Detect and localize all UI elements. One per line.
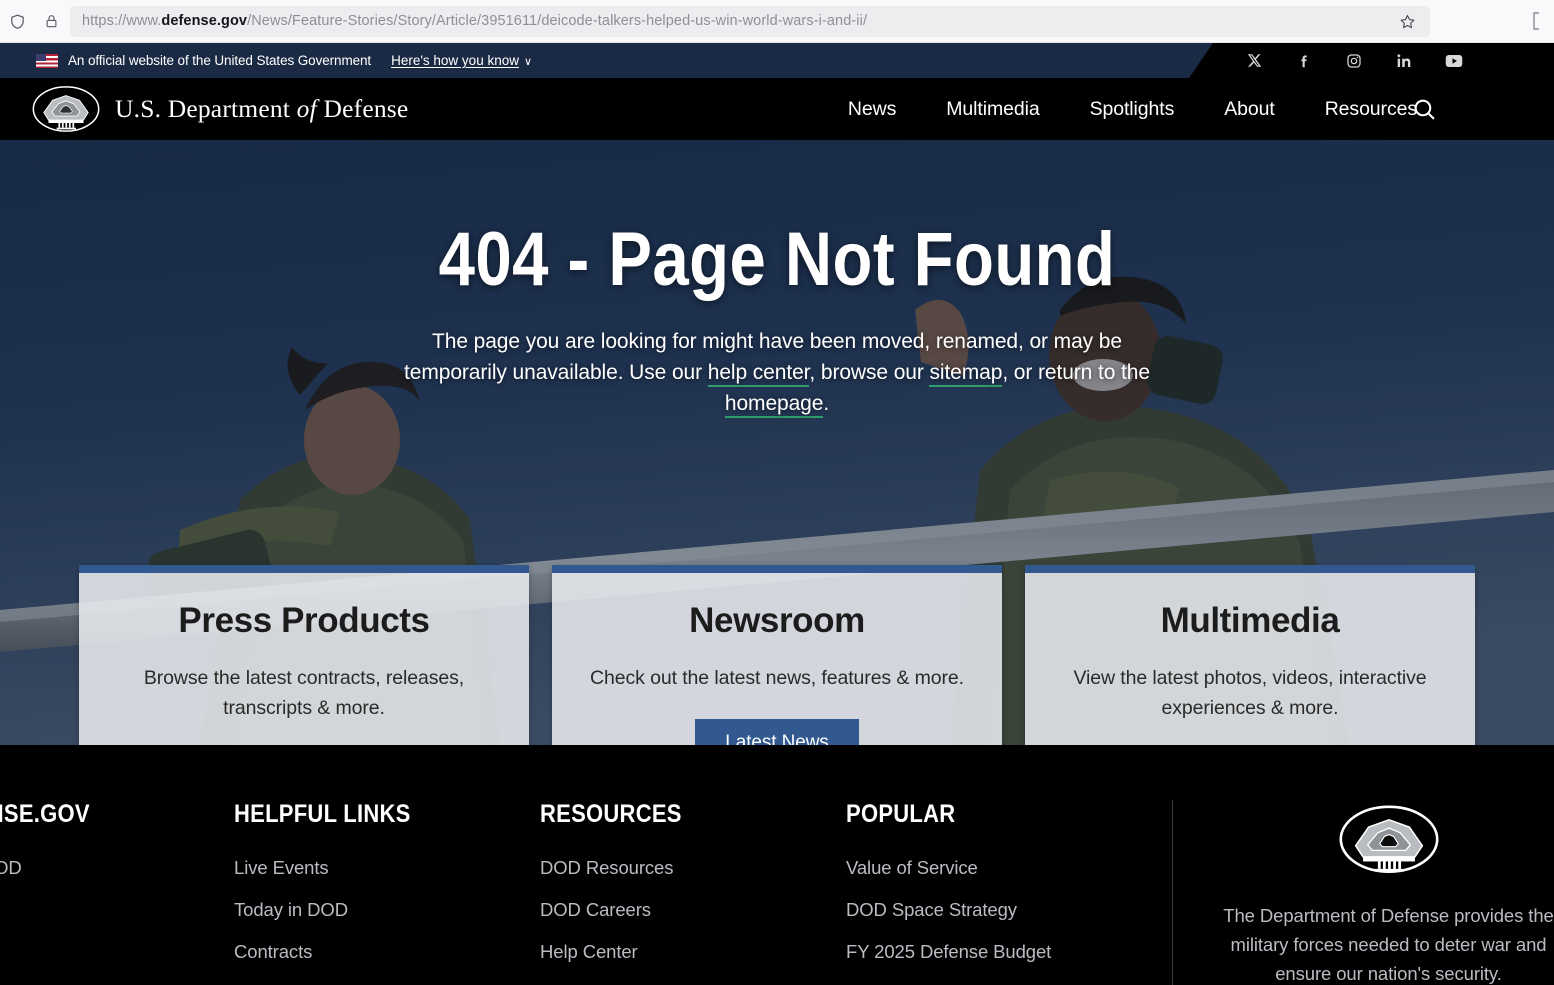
footer-column-helpful-links: HELPFUL LINKS Live Events Today in DOD C…	[234, 800, 540, 985]
hero-body-3: , or return to the	[1002, 361, 1150, 385]
footer-link-about-dod[interactable]: About DOD	[0, 857, 234, 879]
gov-link-label: Here's how you know	[391, 53, 519, 68]
search-button[interactable]	[1412, 78, 1437, 140]
card-newsroom: Newsroom Check out the latest news, feat…	[552, 565, 1002, 745]
footer-link-today-in-dod[interactable]: Today in DOD	[234, 899, 540, 921]
lock-icon[interactable]	[34, 6, 68, 36]
sitemap-link[interactable]: sitemap	[929, 361, 1002, 388]
browser-toolbar: https://www.defense.gov/News/Feature-Sto…	[0, 0, 1554, 43]
shield-icon[interactable]	[0, 6, 34, 36]
facebook-icon[interactable]	[1294, 51, 1314, 71]
instagram-icon[interactable]	[1344, 51, 1364, 71]
nav-item-about[interactable]: About	[1199, 98, 1299, 121]
hero-body-4: .	[823, 392, 830, 416]
gov-banner-text: An official website of the United States…	[68, 53, 372, 68]
card-title: Newsroom	[689, 601, 865, 640]
x-icon[interactable]	[1244, 51, 1264, 71]
url-text: https://www.defense.gov/News/Feature-Sto…	[82, 13, 1392, 29]
footer-link-help-center[interactable]: Help Center	[540, 941, 846, 963]
footer-link-dod-careers[interactable]: DOD Careers	[540, 899, 846, 921]
footer-link-budget[interactable]: Budget	[0, 899, 234, 921]
footer-link-insights[interactable]: Insights	[0, 941, 234, 963]
star-icon[interactable]	[1392, 6, 1422, 36]
site-header: U.S. Department of Defense News Multimed…	[0, 78, 1554, 140]
hero-body-2: , browse our	[809, 361, 930, 385]
brand-suffix: Defense	[316, 94, 409, 123]
hero-content: 404 - Page Not Found The page you are lo…	[0, 140, 1554, 419]
card-description: Browse the latest contracts, releases, t…	[143, 667, 465, 720]
search-icon	[1414, 99, 1435, 120]
dod-pentagon-seal-icon	[32, 86, 100, 132]
footer-column-defense-gov: DEFENSE.GOV About DOD Budget Insights	[0, 800, 234, 985]
youtube-icon[interactable]	[1444, 51, 1464, 71]
footer-link-contracts[interactable]: Contracts	[234, 941, 540, 963]
card-multimedia: Multimedia View the latest photos, video…	[1025, 565, 1475, 745]
brand-italic: of	[296, 94, 317, 123]
quick-links-cards: Press Products Browse the latest contrac…	[0, 565, 1554, 745]
site-title: U.S. Department of Defense	[115, 94, 408, 124]
page-title: 404 - Page Not Found	[438, 217, 1116, 302]
help-center-link[interactable]: help center	[707, 361, 809, 388]
footer-column-heading: POPULAR	[846, 800, 956, 828]
us-flag-icon	[36, 53, 58, 68]
footer-column-heading: RESOURCES	[540, 800, 682, 828]
url-path: /News/Feature-Stories/Story/Article/3951…	[247, 13, 868, 29]
footer-link-value-of-service[interactable]: Value of Service	[846, 857, 1152, 879]
url-domain: defense.gov	[161, 13, 248, 29]
nav-item-multimedia[interactable]: Multimedia	[921, 98, 1064, 121]
footer-link-live-events[interactable]: Live Events	[234, 857, 540, 879]
card-press-products: Press Products Browse the latest contrac…	[79, 565, 529, 745]
linkedin-icon[interactable]	[1394, 51, 1414, 71]
card-title: Press Products	[178, 601, 430, 640]
footer-column-popular: POPULAR Value of Service DOD Space Strat…	[846, 800, 1152, 985]
footer-link-dod-space-strategy[interactable]: DOD Space Strategy	[846, 899, 1152, 921]
nav-item-news[interactable]: News	[823, 98, 921, 121]
nav-item-spotlights[interactable]: Spotlights	[1065, 98, 1200, 121]
footer-column-resources: RESOURCES DOD Resources DOD Careers Help…	[540, 800, 846, 985]
heres-how-you-know-link[interactable]: Here's how you know ∨	[391, 53, 532, 68]
footer-mission-statement: The Department of Defense provides the m…	[1223, 905, 1554, 984]
footer-column-heading: HELPFUL LINKS	[234, 800, 411, 828]
address-bar[interactable]: https://www.defense.gov/News/Feature-Sto…	[70, 5, 1430, 37]
footer-column-heading: DEFENSE.GOV	[0, 800, 90, 828]
social-links	[1189, 43, 1554, 78]
homepage-link[interactable]: homepage	[724, 392, 823, 419]
hero-subtitle: The page you are looking for might have …	[382, 326, 1172, 419]
footer-brand: The Department of Defense provides the m…	[1172, 800, 1554, 985]
brand-prefix: U.S. Department	[115, 94, 297, 123]
footer-link-fy-2025-defense-budget[interactable]: FY 2025 Defense Budget	[846, 941, 1152, 963]
main-navigation: News Multimedia Spotlights About Resourc…	[823, 78, 1442, 140]
card-title: Multimedia	[1160, 601, 1340, 640]
footer-link-dod-resources[interactable]: DOD Resources	[540, 857, 846, 879]
latest-news-button[interactable]: Latest News	[695, 719, 859, 745]
dod-pentagon-seal-icon	[1339, 805, 1438, 873]
chevron-down-icon: ∨	[523, 56, 533, 68]
card-description: Check out the latest news, features & mo…	[590, 667, 964, 689]
card-description: View the latest photos, videos, interact…	[1073, 667, 1427, 720]
site-footer: DEFENSE.GOV About DOD Budget Insights HE…	[0, 745, 1554, 985]
site-logo[interactable]: U.S. Department of Defense	[31, 85, 408, 133]
overflow-icon[interactable]	[1518, 6, 1552, 36]
url-prefix: https://www.	[82, 13, 162, 29]
browser-right-controls	[1436, 0, 1554, 43]
hero-section: 404 - Page Not Found The page you are lo…	[0, 140, 1554, 745]
